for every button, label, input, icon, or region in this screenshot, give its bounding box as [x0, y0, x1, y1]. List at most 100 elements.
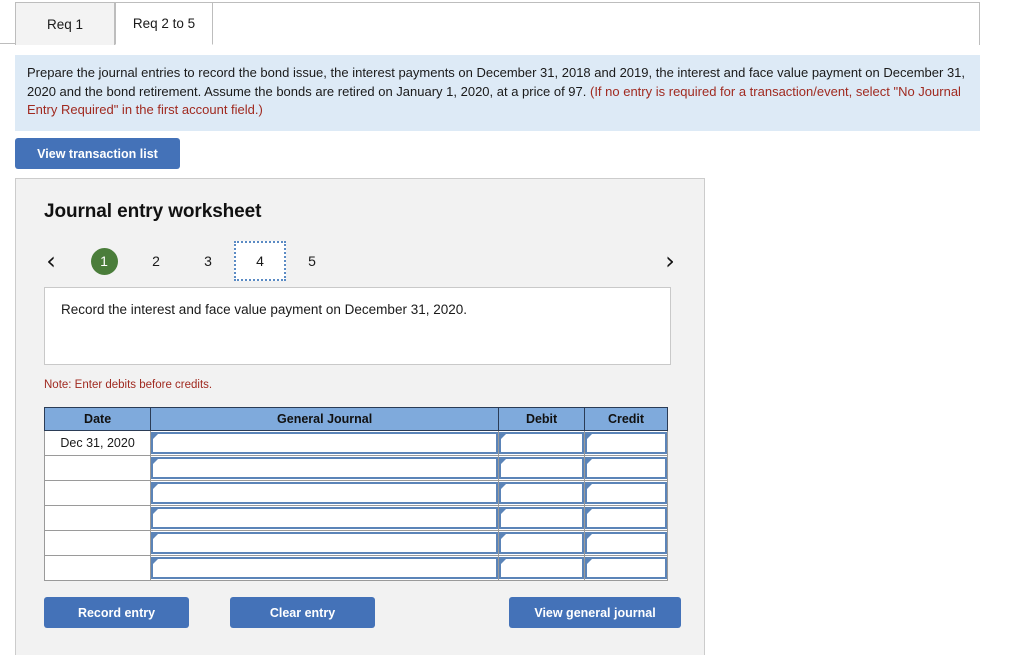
tab-strip: Req 1 Req 2 to 5 — [0, 0, 980, 45]
cell-journal-1[interactable] — [150, 430, 500, 456]
chevron-right-icon[interactable]: › — [657, 241, 683, 281]
debit-input-5[interactable] — [499, 532, 585, 554]
field-marker-icon — [153, 559, 159, 564]
cell-date-1[interactable]: Dec 31, 2020 — [43, 430, 152, 456]
tab-req-2-to-5-label: Req 2 to 5 — [132, 16, 196, 31]
step-2-label: 2 — [152, 253, 160, 269]
debit-input-6[interactable] — [499, 557, 585, 579]
field-marker-icon — [587, 559, 593, 564]
field-marker-icon — [501, 459, 507, 464]
step-list: 1 2 3 4 5 — [78, 241, 338, 281]
clear-entry-button[interactable]: Clear entry — [230, 597, 375, 628]
debits-credits-note: Note: Enter debits before credits. — [44, 379, 213, 391]
table-row — [43, 505, 668, 531]
field-marker-icon — [153, 484, 159, 489]
cell-debit-5[interactable] — [498, 530, 586, 556]
cell-journal-6[interactable] — [150, 555, 500, 581]
journal-input-2[interactable] — [151, 457, 499, 479]
credit-input-5[interactable] — [585, 532, 667, 554]
column-header-credit: Credit — [584, 407, 668, 431]
journal-input-4[interactable] — [151, 507, 499, 529]
field-marker-icon — [587, 534, 593, 539]
cell-journal-3[interactable] — [150, 480, 500, 506]
view-general-journal-button[interactable]: View general journal — [509, 597, 681, 628]
step-3[interactable]: 3 — [182, 241, 234, 281]
cell-credit-5[interactable] — [584, 530, 668, 556]
field-marker-icon — [153, 434, 159, 439]
journal-input-6[interactable] — [151, 557, 499, 579]
tab-req-2-to-5[interactable]: Req 2 to 5 — [115, 2, 213, 45]
step-5[interactable]: 5 — [286, 241, 338, 281]
cell-journal-5[interactable] — [150, 530, 500, 556]
chevron-left-icon[interactable]: ‹ — [38, 241, 64, 281]
credit-input-2[interactable] — [585, 457, 667, 479]
step-3-label: 3 — [204, 253, 212, 269]
step-1[interactable]: 1 — [78, 241, 130, 281]
journal-entry-table: Date General Journal Debit Credit Dec 31… — [43, 407, 668, 581]
field-marker-icon — [501, 559, 507, 564]
step-navigation: ‹ 1 2 3 4 5 › — [38, 241, 683, 281]
view-transaction-list-button[interactable]: View transaction list — [15, 138, 180, 169]
debit-input-1[interactable] — [499, 432, 585, 454]
field-marker-icon — [501, 509, 507, 514]
page-root: Req 1 Req 2 to 5 Prepare the journal ent… — [0, 0, 1024, 655]
tab-strip-filler — [213, 2, 980, 45]
field-marker-icon — [501, 484, 507, 489]
journal-table-header: Date General Journal Debit Credit — [43, 407, 668, 431]
cell-date-2[interactable] — [43, 455, 152, 481]
cell-journal-4[interactable] — [150, 505, 500, 531]
column-header-general-journal: General Journal — [150, 407, 500, 431]
field-marker-icon — [501, 434, 507, 439]
journal-input-5[interactable] — [151, 532, 499, 554]
debit-input-4[interactable] — [499, 507, 585, 529]
instruction-panel: Prepare the journal entries to record th… — [15, 55, 980, 131]
field-marker-icon — [587, 509, 593, 514]
table-row — [43, 455, 668, 481]
worksheet-title: Journal entry worksheet — [44, 201, 262, 222]
cell-date-4[interactable] — [43, 505, 152, 531]
field-marker-icon — [501, 534, 507, 539]
credit-input-4[interactable] — [585, 507, 667, 529]
cell-debit-4[interactable] — [498, 505, 586, 531]
journal-table-body: Dec 31, 2020 — [43, 430, 668, 581]
cell-credit-1[interactable] — [584, 430, 668, 456]
field-marker-icon — [153, 509, 159, 514]
field-marker-icon — [153, 534, 159, 539]
table-row — [43, 530, 668, 556]
cell-debit-6[interactable] — [498, 555, 586, 581]
step-1-label: 1 — [90, 247, 118, 275]
cell-credit-3[interactable] — [584, 480, 668, 506]
journal-entry-worksheet-panel: Journal entry worksheet ‹ 1 2 3 4 5 › Re… — [15, 178, 705, 655]
table-row — [43, 480, 668, 506]
credit-input-3[interactable] — [585, 482, 667, 504]
tab-req-1[interactable]: Req 1 — [15, 2, 115, 45]
debit-input-3[interactable] — [499, 482, 585, 504]
credit-input-6[interactable] — [585, 557, 667, 579]
cell-debit-3[interactable] — [498, 480, 586, 506]
step-2[interactable]: 2 — [130, 241, 182, 281]
cell-journal-2[interactable] — [150, 455, 500, 481]
cell-debit-1[interactable] — [498, 430, 586, 456]
step-5-label: 5 — [308, 253, 316, 269]
cell-date-3[interactable] — [43, 480, 152, 506]
cell-credit-4[interactable] — [584, 505, 668, 531]
cell-credit-2[interactable] — [584, 455, 668, 481]
step-4[interactable]: 4 — [234, 241, 286, 281]
journal-input-3[interactable] — [151, 482, 499, 504]
field-marker-icon — [153, 459, 159, 464]
field-marker-icon — [587, 434, 593, 439]
cell-credit-6[interactable] — [584, 555, 668, 581]
cell-debit-2[interactable] — [498, 455, 586, 481]
table-header-row: Date General Journal Debit Credit — [43, 407, 668, 431]
field-marker-icon — [587, 484, 593, 489]
journal-input-1[interactable] — [151, 432, 499, 454]
cell-date-5[interactable] — [43, 530, 152, 556]
record-entry-button[interactable]: Record entry — [44, 597, 189, 628]
column-header-date: Date — [43, 407, 152, 431]
column-header-debit: Debit — [498, 407, 586, 431]
tab-req-1-label: Req 1 — [46, 16, 84, 32]
credit-input-1[interactable] — [585, 432, 667, 454]
debit-input-2[interactable] — [499, 457, 585, 479]
cell-date-6[interactable] — [43, 555, 152, 581]
table-row: Dec 31, 2020 — [43, 430, 668, 456]
